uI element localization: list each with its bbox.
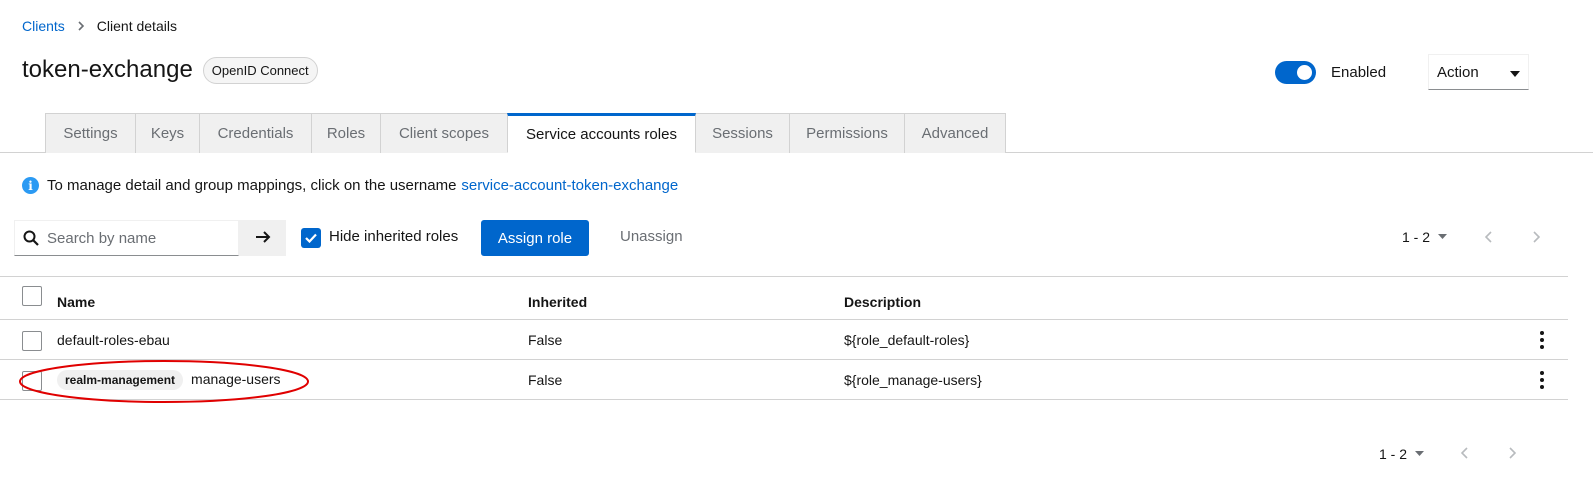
tab-service-accounts-roles[interactable]: Service accounts roles [507, 113, 696, 153]
page-title: token-exchange [22, 56, 193, 83]
action-dropdown[interactable]: Action [1428, 54, 1529, 90]
next-page-button[interactable] [1508, 447, 1516, 459]
table-row: realm-management manage-users False ${rol… [0, 360, 1568, 400]
caret-down-icon [1415, 451, 1425, 457]
previous-page-button[interactable] [1485, 231, 1493, 243]
pagination-range: 1 - 2 [1379, 446, 1408, 462]
info-message: i To manage detail and group mappings, c… [22, 177, 678, 194]
info-icon: i [22, 177, 39, 194]
tab-credentials[interactable]: Credentials [200, 113, 312, 153]
unassign-button[interactable]: Unassign [620, 228, 683, 245]
hide-inherited-label[interactable]: Hide inherited roles [329, 228, 458, 245]
enabled-toggle[interactable] [1275, 61, 1316, 84]
service-account-user-link[interactable]: service-account-token-exchange [461, 177, 678, 194]
caret-down-icon [1438, 234, 1448, 240]
breadcrumb-current: Client details [96, 18, 177, 34]
breadcrumb-clients-link[interactable]: Clients [22, 18, 65, 34]
role-inherited: False [528, 372, 563, 388]
role-name: manage-users [191, 371, 281, 387]
enabled-label: Enabled [1331, 64, 1387, 81]
search-input[interactable] [45, 228, 225, 248]
role-description: ${role_manage-users} [844, 372, 982, 388]
title-row: token-exchange OpenID Connect [22, 56, 318, 84]
select-all-checkbox[interactable] [22, 286, 42, 306]
search-box [14, 220, 239, 256]
checkmark-icon [305, 230, 317, 246]
kebab-menu-icon[interactable] [1540, 331, 1544, 349]
role-name: default-roles-ebau [57, 332, 170, 348]
next-page-button[interactable] [1532, 231, 1540, 243]
breadcrumb: Clients Client details [22, 18, 177, 34]
row-checkbox[interactable] [22, 371, 42, 391]
assign-role-button[interactable]: Assign role [481, 220, 589, 256]
role-description: ${role_default-roles} [844, 332, 970, 348]
tab-roles[interactable]: Roles [312, 113, 381, 153]
role-inherited: False [528, 332, 563, 348]
tab-bar: Settings Keys Credentials Roles Client s… [0, 113, 1593, 153]
role-name-cell: realm-management manage-users [57, 370, 281, 390]
previous-page-button[interactable] [1461, 447, 1469, 459]
tab-client-scopes[interactable]: Client scopes [381, 113, 508, 153]
pagination-range: 1 - 2 [1402, 229, 1431, 245]
tab-keys[interactable]: Keys [136, 113, 200, 153]
info-text: To manage detail and group mappings, cli… [47, 177, 457, 194]
column-header-description: Description [844, 294, 922, 310]
hide-inherited-checkbox[interactable] [301, 228, 321, 248]
client-badge: realm-management [57, 370, 184, 390]
caret-down-icon [1510, 64, 1520, 81]
tab-advanced[interactable]: Advanced [905, 113, 1006, 153]
pagination-toggle-bottom[interactable]: 1 - 2 [1379, 446, 1425, 462]
arrow-right-icon [255, 230, 271, 247]
tab-settings[interactable]: Settings [45, 113, 136, 153]
tab-permissions[interactable]: Permissions [790, 113, 905, 153]
search-submit-button[interactable] [239, 220, 286, 256]
toggle-knob [1297, 65, 1312, 80]
action-label: Action [1437, 63, 1479, 81]
row-checkbox[interactable] [22, 331, 42, 351]
pagination-toggle-top[interactable]: 1 - 2 [1402, 229, 1448, 245]
column-header-name[interactable]: Name [57, 294, 95, 310]
search-icon [23, 230, 39, 246]
table-row: default-roles-ebau False ${role_default-… [0, 320, 1568, 360]
column-header-inherited: Inherited [528, 294, 588, 310]
table-header-row: Name Inherited Description [0, 276, 1568, 320]
chevron-right-icon [77, 21, 85, 31]
tab-sessions[interactable]: Sessions [696, 113, 790, 153]
protocol-badge: OpenID Connect [202, 56, 318, 84]
kebab-menu-icon[interactable] [1540, 371, 1544, 389]
